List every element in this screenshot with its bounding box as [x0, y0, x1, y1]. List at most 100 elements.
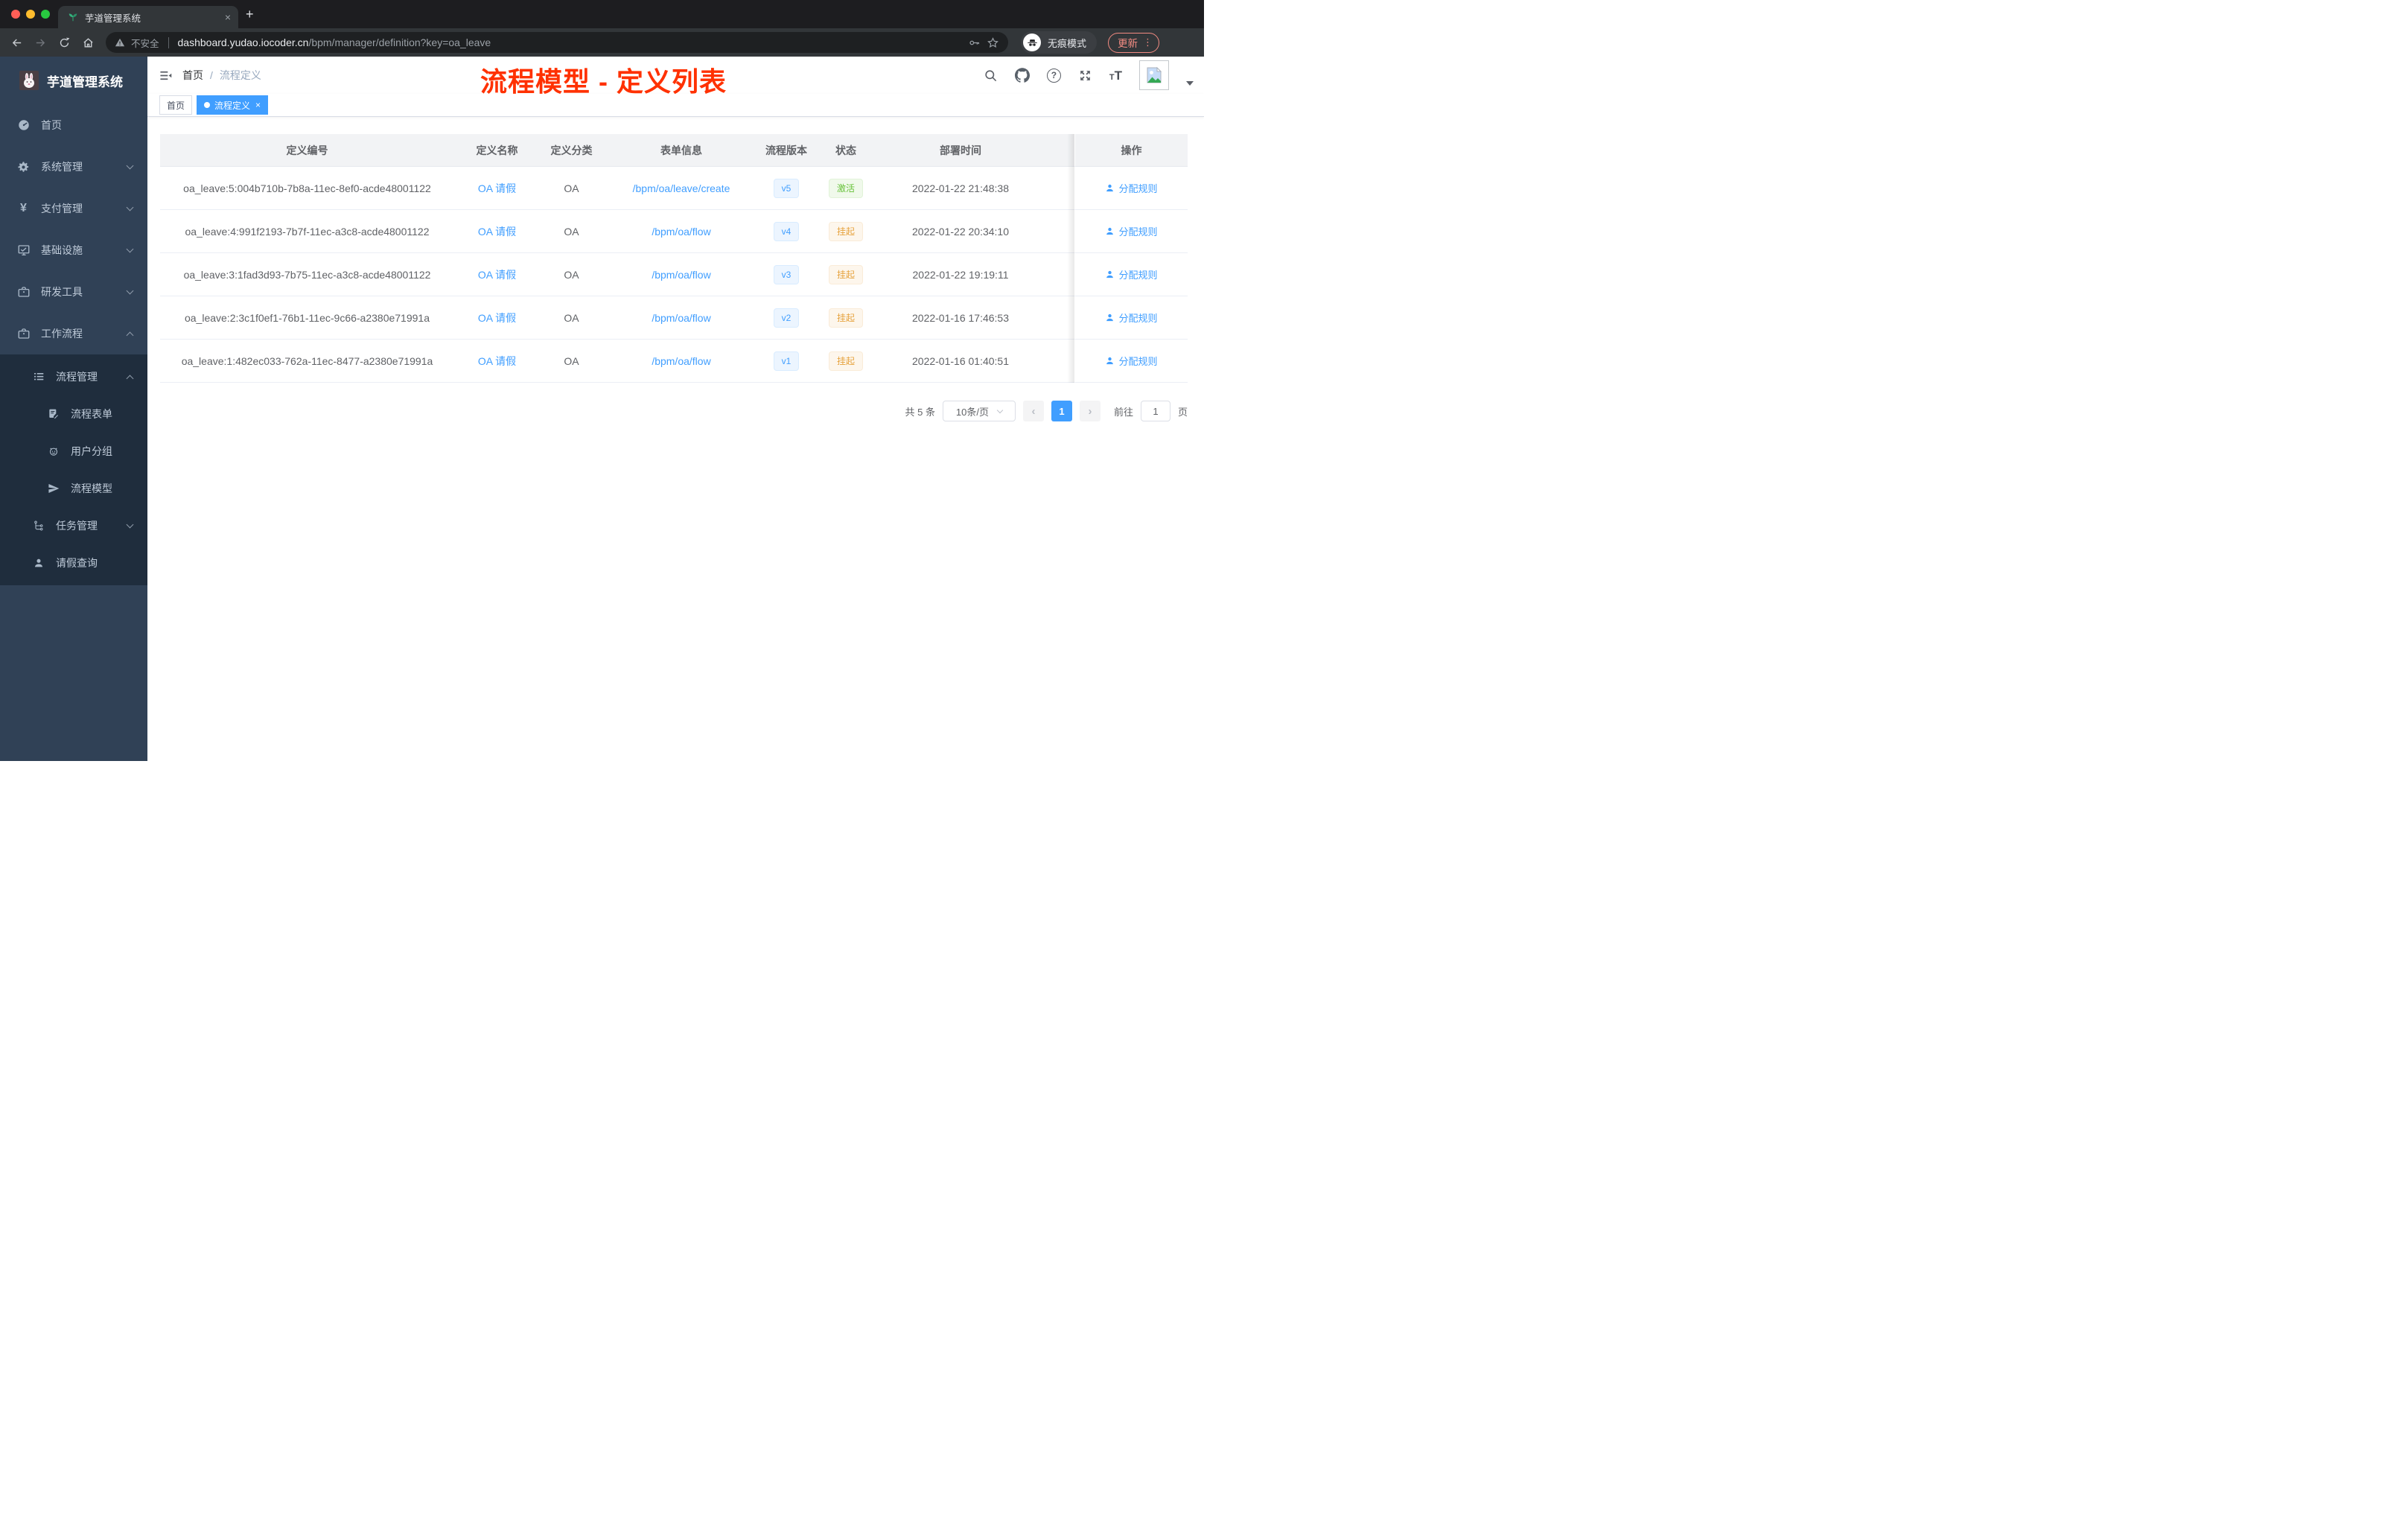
form-link[interactable]: /bpm/oa/flow — [652, 269, 710, 281]
cell-id: oa_leave:1:482ec033-762a-11ec-8477-a2380… — [160, 340, 454, 383]
status-badge: 激活 — [828, 178, 863, 198]
sidebar-item-system[interactable]: 系统管理 — [0, 146, 147, 188]
tab-strip: 芋道管理系统 × + — [0, 0, 1204, 28]
sidebar-item-devtools[interactable]: 研发工具 — [0, 271, 147, 313]
help-icon[interactable]: ? — [1046, 68, 1061, 83]
goto-page-input[interactable] — [1140, 401, 1170, 421]
sidebar-item-payment[interactable]: ¥ 支付管理 — [0, 188, 147, 229]
sidebar-item-infra[interactable]: 基础设施 — [0, 229, 147, 271]
goto-unit: 页 — [1177, 406, 1188, 418]
next-page-button[interactable]: › — [1079, 401, 1101, 421]
fullscreen-icon[interactable] — [1078, 69, 1092, 83]
avatar-caret-icon[interactable] — [1186, 81, 1194, 86]
tree-icon — [31, 520, 45, 532]
cell-id: oa_leave:2:3c1f0ef1-76b1-11ec-9c66-a2380… — [160, 296, 454, 340]
github-icon[interactable] — [1014, 68, 1030, 83]
sidebar-fold-icon[interactable] — [159, 69, 172, 82]
assign-rule-link[interactable]: 分配规则 — [1105, 354, 1158, 368]
browser-menu-icon[interactable]: ⋮ — [1143, 36, 1153, 48]
font-size-icon[interactable]: TT — [1109, 69, 1122, 82]
security-warning-icon[interactable] — [115, 37, 125, 48]
form-link[interactable]: /bpm/oa/leave/create — [633, 182, 730, 194]
sidebar-item-label: 首页 — [41, 119, 62, 131]
tag-process-definition[interactable]: 流程定义 × — [197, 95, 269, 115]
form-link[interactable]: /bpm/oa/flow — [652, 226, 710, 238]
version-badge: v2 — [773, 308, 800, 328]
tag-home[interactable]: 首页 — [159, 95, 193, 115]
security-label[interactable]: 不安全 — [131, 36, 159, 50]
chevron-down-icon — [126, 203, 134, 211]
url-bar[interactable]: 不安全 dashboard.yudao.iocoder.cn/bpm/manag… — [106, 32, 1008, 53]
url-text[interactable]: dashboard.yudao.iocoder.cn/bpm/manager/d… — [178, 36, 962, 48]
sidebar-item-task-mgmt[interactable]: 任务管理 — [0, 507, 147, 544]
breadcrumb-current: 流程定义 — [219, 69, 261, 81]
assign-rule-link[interactable]: 分配规则 — [1105, 181, 1158, 195]
browser-tab[interactable]: 芋道管理系统 × — [58, 6, 238, 28]
chevron-down-icon — [126, 287, 134, 294]
chevron-down-icon — [126, 245, 134, 252]
home-icon[interactable] — [82, 36, 95, 49]
close-window-button[interactable] — [11, 10, 20, 19]
sidebar-item-process-model[interactable]: 流程模型 — [0, 470, 147, 507]
workflow-submenu: 流程管理 流程表单 用户分组 流程模型 任务管理 请假查询 — [0, 354, 147, 585]
tag-close-icon[interactable]: × — [255, 100, 261, 110]
briefcase-icon — [16, 285, 31, 299]
definition-name-link[interactable]: OA 请假 — [478, 355, 516, 367]
col-header-action: 操作 — [1074, 134, 1188, 167]
tab-close-icon[interactable]: × — [225, 12, 231, 22]
search-icon[interactable] — [984, 69, 998, 83]
cell-time: 2022-01-22 21:48:38 — [879, 167, 1042, 210]
logo-title: 芋道管理系统 — [47, 74, 123, 89]
sidebar-item-process-mgmt[interactable]: 流程管理 — [0, 358, 147, 395]
definition-table: 定义编号 定义名称 定义分类 表单信息 流程版本 状态 部署时间 操作 oa_l… — [160, 134, 1188, 383]
new-tab-button[interactable]: + — [246, 7, 254, 22]
tab-title: 芋道管理系统 — [85, 13, 141, 24]
form-icon — [46, 408, 60, 420]
favicon-sprout-icon — [68, 12, 78, 22]
page-size-select[interactable]: 10条/页 — [942, 401, 1016, 421]
main-area: 流程模型 - 定义列表 首页 / 流程定义 ? T T 首页 流程定义 × 定义… — [147, 57, 1204, 761]
chrome-update-button[interactable]: 更新 ⋮ — [1108, 32, 1160, 53]
app-logo[interactable]: 芋道管理系统 — [0, 57, 147, 104]
reload-icon[interactable] — [58, 36, 71, 49]
definition-name-link[interactable]: OA 请假 — [478, 226, 516, 238]
definition-name-link[interactable]: OA 请假 — [478, 269, 516, 281]
back-icon[interactable] — [10, 36, 23, 49]
breadcrumb: 首页 / 流程定义 — [182, 68, 261, 83]
minimize-window-button[interactable] — [26, 10, 35, 19]
form-link[interactable]: /bpm/oa/flow — [652, 312, 710, 324]
sidebar-item-label: 工作流程 — [41, 328, 83, 340]
assign-rule-link[interactable]: 分配规则 — [1105, 267, 1158, 281]
dashboard-icon — [16, 118, 31, 132]
assign-rule-link[interactable]: 分配规则 — [1105, 224, 1158, 238]
breadcrumb-home[interactable]: 首页 — [182, 68, 203, 83]
user-icon — [31, 557, 45, 569]
cell-time: 2022-01-22 19:19:11 — [879, 253, 1042, 296]
briefcase-icon — [16, 327, 31, 340]
sidebar-item-home[interactable]: 首页 — [0, 104, 147, 146]
status-badge: 挂起 — [828, 308, 863, 328]
key-icon[interactable] — [968, 36, 981, 49]
cell-id: oa_leave:3:1fad3d93-7b75-11ec-a3c8-acde4… — [160, 253, 454, 296]
cell-category: OA — [540, 340, 603, 383]
sidebar-item-user-group[interactable]: 用户分组 — [0, 433, 147, 470]
sidebar-item-workflow[interactable]: 工作流程 — [0, 313, 147, 354]
goto-label: 前往 — [1113, 406, 1133, 418]
sidebar-item-leave-query[interactable]: 请假查询 — [0, 544, 147, 582]
zoom-window-button[interactable] — [41, 10, 50, 19]
avatar[interactable] — [1139, 60, 1169, 90]
assign-rule-link[interactable]: 分配规则 — [1105, 311, 1158, 325]
forward-icon[interactable] — [34, 36, 47, 49]
sidebar-item-label: 流程表单 — [71, 408, 112, 420]
sidebar-item-process-form[interactable]: 流程表单 — [0, 395, 147, 433]
sidebar-item-label: 系统管理 — [41, 161, 83, 173]
page-1-button[interactable]: 1 — [1051, 401, 1072, 421]
table-row: oa_leave:5:004b710b-7b8a-11ec-8ef0-acde4… — [160, 167, 1188, 210]
prev-page-button[interactable]: ‹ — [1022, 401, 1044, 421]
definition-name-link[interactable]: OA 请假 — [478, 182, 516, 194]
definition-name-link[interactable]: OA 请假 — [478, 312, 516, 324]
version-badge: v3 — [773, 264, 800, 284]
form-link[interactable]: /bpm/oa/flow — [652, 355, 710, 367]
yen-icon: ¥ — [20, 202, 27, 214]
bookmark-star-icon[interactable] — [987, 36, 999, 49]
